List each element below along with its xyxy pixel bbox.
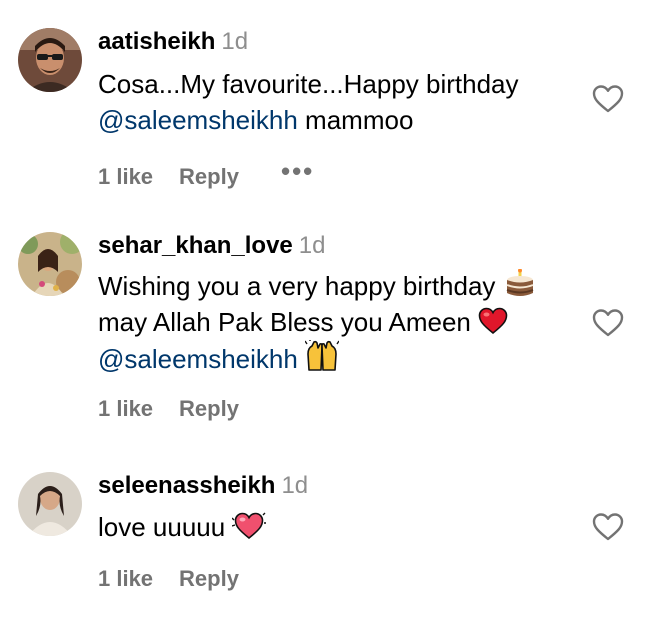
comment-text-segment: Wishing you a very happy birthday — [98, 271, 503, 301]
comment-text: Cosa...My favourite...Happy birthday @sa… — [98, 66, 578, 138]
avatar[interactable] — [18, 232, 82, 296]
like-count[interactable]: 1 like — [98, 396, 153, 422]
avatar[interactable] — [18, 28, 82, 92]
username[interactable]: sehar_khan_love — [98, 232, 293, 259]
comment-text: Wishing you a very happy birthday may Al… — [98, 268, 578, 377]
username[interactable]: aatisheikh — [98, 28, 215, 55]
avatar[interactable] — [18, 472, 82, 536]
reply-button[interactable]: Reply — [179, 566, 239, 592]
mention-link[interactable]: @saleemsheikhh — [98, 105, 298, 135]
comments-list: aatisheikh 1d Cosa...My favourite...Happy… — [0, 0, 651, 623]
reply-button[interactable]: Reply — [179, 164, 239, 190]
username[interactable]: seleenassheikh — [98, 472, 275, 499]
like-count[interactable]: 1 like — [98, 566, 153, 592]
comment-line: @saleemsheikhh mammoo — [98, 102, 578, 138]
like-count[interactable]: 1 like — [98, 164, 153, 190]
timestamp[interactable]: 1d — [299, 232, 326, 259]
more-options-button[interactable]: ••• — [281, 156, 314, 187]
comment-line: @saleemsheikhh — [98, 340, 578, 377]
comment-text: love uuuuu — [98, 509, 578, 545]
heart-emoji — [232, 512, 267, 540]
comment-line: may Allah Pak Bless you Ameen — [98, 304, 578, 340]
heart-outline-icon[interactable] — [592, 84, 624, 114]
comment-header: sehar_khan_love 1d — [98, 232, 325, 260]
comment-header: aatisheikh 1d — [98, 28, 248, 56]
comment-line: Cosa...My favourite...Happy birthday — [98, 69, 519, 99]
comment-header: seleenassheikh 1d — [98, 472, 308, 500]
comment-line: Wishing you a very happy birthday — [98, 268, 578, 304]
timestamp[interactable]: 1d — [221, 28, 248, 55]
comment-text-segment: may Allah Pak Bless you Ameen — [98, 307, 479, 337]
comment-actions: 1 like Reply — [98, 566, 239, 592]
heart-outline-icon[interactable] — [592, 512, 624, 542]
red-heart-emoji — [478, 307, 508, 335]
reply-button[interactable]: Reply — [179, 396, 239, 422]
raising-hands-emoji — [305, 340, 340, 371]
timestamp[interactable]: 1d — [281, 472, 308, 499]
heart-outline-icon[interactable] — [592, 308, 624, 338]
birthday-cake-emoji — [506, 269, 534, 296]
comment-actions: 1 like Reply ••• — [98, 156, 314, 190]
comment-text-tail: mammoo — [297, 105, 414, 135]
comment-actions: 1 like Reply — [98, 396, 239, 422]
comment-text-segment: love uuuuu — [98, 512, 233, 542]
comment-line: love uuuuu — [98, 509, 578, 545]
mention-link[interactable]: @saleemsheikhh — [98, 344, 298, 374]
